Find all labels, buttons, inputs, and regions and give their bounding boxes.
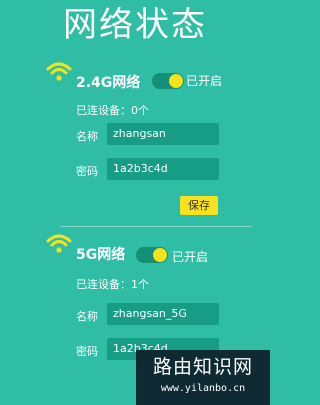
password-input[interactable] bbox=[107, 158, 219, 180]
network-name: 5G网络 bbox=[76, 247, 126, 263]
network-name: 2.4G网络 bbox=[76, 75, 141, 91]
wifi-icon bbox=[46, 62, 72, 81]
watermark: 路由知识网 www.yilanbo.cn bbox=[136, 350, 270, 405]
password-label: 密码 bbox=[76, 165, 98, 178]
ssid-input[interactable] bbox=[107, 123, 219, 145]
toggle-knob bbox=[153, 248, 167, 262]
wifi-5g-toggle[interactable] bbox=[136, 247, 168, 263]
toggle-status-label: 已开启 bbox=[186, 74, 223, 88]
wifi-24g-toggle[interactable] bbox=[152, 73, 184, 89]
watermark-title: 路由知识网 bbox=[152, 356, 253, 378]
password-label: 密码 bbox=[76, 345, 98, 358]
toggle-knob bbox=[169, 74, 183, 88]
name-label: 名称 bbox=[76, 310, 98, 323]
section-divider bbox=[60, 226, 252, 227]
wifi-icon bbox=[46, 234, 72, 253]
ssid-input[interactable] bbox=[107, 303, 219, 325]
connected-devices: 已连设备：1个 bbox=[76, 278, 149, 291]
connected-devices: 已连设备：0个 bbox=[76, 104, 149, 117]
save-button[interactable]: 保存 bbox=[180, 196, 218, 215]
page-title: 网络状态 bbox=[63, 5, 207, 45]
watermark-url: www.yilanbo.cn bbox=[160, 383, 246, 394]
name-label: 名称 bbox=[76, 130, 98, 143]
toggle-status-label: 已开启 bbox=[172, 250, 209, 264]
